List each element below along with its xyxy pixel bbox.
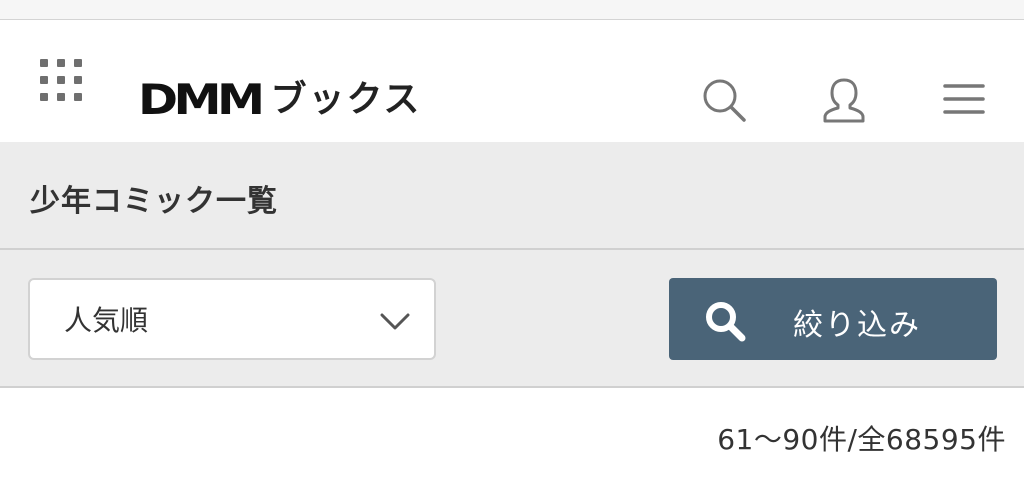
grid-apps-icon[interactable]	[40, 59, 82, 101]
filter-button-label: 絞り込み	[793, 308, 921, 343]
grid-dot	[74, 76, 82, 84]
site-logo[interactable]: DMM ブックス	[138, 78, 421, 122]
grid-dot	[57, 59, 65, 67]
search-icon	[703, 79, 746, 122]
account-button[interactable]	[820, 76, 868, 124]
hamburger-menu-icon	[943, 84, 985, 114]
grid-dot	[40, 76, 48, 84]
grid-dot	[57, 76, 65, 84]
grid-dot	[74, 59, 82, 67]
logo-subtitle: ブックス	[270, 79, 422, 120]
user-icon	[823, 78, 865, 123]
search-button[interactable]	[700, 76, 748, 124]
search-icon	[706, 302, 746, 342]
filter-button[interactable]: 絞り込み	[669, 278, 997, 360]
filter-bar: 人気順 絞り込み	[0, 250, 1024, 388]
grid-dot	[40, 59, 48, 67]
grid-dot	[40, 93, 48, 101]
grid-dot	[57, 93, 65, 101]
top-strip	[0, 0, 1024, 20]
grid-dot	[74, 93, 82, 101]
sort-selected-value: 人気順	[64, 304, 149, 337]
chevron-down-icon	[380, 313, 410, 330]
sort-select[interactable]: 人気順	[28, 278, 436, 360]
site-header: DMM ブックス	[0, 20, 1024, 142]
page-title: 少年コミック一覧	[30, 184, 278, 219]
page-title-band: 少年コミック一覧	[0, 142, 1024, 250]
result-count: 61〜90件/全68595件	[717, 423, 1006, 456]
menu-button[interactable]	[940, 76, 988, 124]
logo-mark: DMM	[138, 75, 265, 124]
